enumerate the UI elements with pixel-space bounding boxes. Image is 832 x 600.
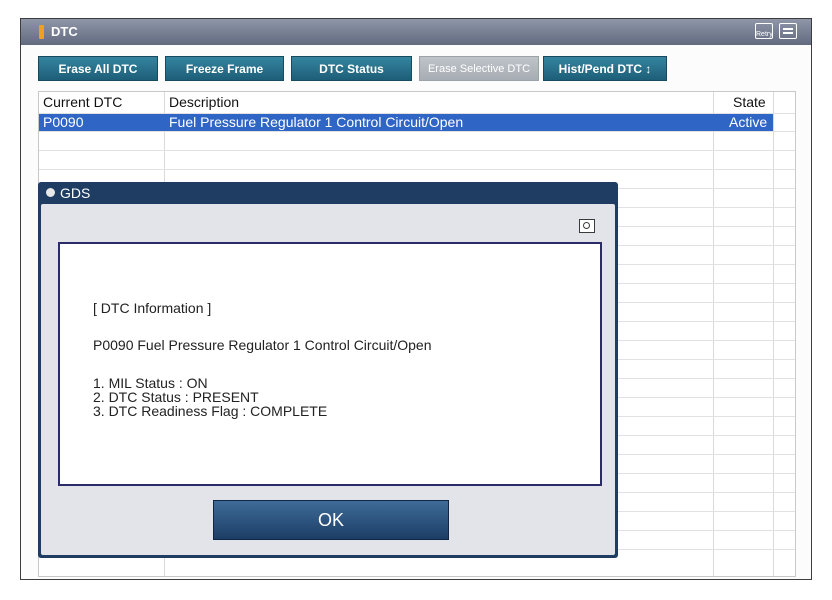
erase-selective-dtc-button[interactable]: Erase Selective DTC (419, 56, 539, 81)
gds-dialog: GDS [ DTC Information ] P0090 Fuel Press… (38, 182, 618, 558)
hist-pend-dtc-button[interactable]: Hist/Pend DTC ↕ (543, 56, 667, 81)
gds-dialog-body: [ DTC Information ] P0090 Fuel Pressure … (41, 204, 615, 555)
ok-button[interactable]: OK (213, 500, 449, 540)
column-header-description[interactable]: Description (169, 94, 239, 110)
titlebar: DTC Retry (21, 19, 811, 45)
window-title: DTC (51, 24, 78, 39)
dtc-info-code-line: P0090 Fuel Pressure Regulator 1 Control … (93, 337, 432, 353)
title-marker-icon (39, 25, 44, 39)
menu-icon[interactable] (779, 23, 797, 39)
column-header-state[interactable]: State (733, 94, 766, 110)
dtc-code-cell[interactable]: P0090 (43, 114, 83, 131)
dtc-readiness-line: 3. DTC Readiness Flag : COMPLETE (93, 403, 328, 419)
column-header-current-dtc[interactable]: Current DTC (43, 94, 122, 110)
camera-icon[interactable] (579, 219, 595, 233)
dtc-description-cell[interactable]: Fuel Pressure Regulator 1 Control Circui… (169, 114, 463, 131)
retry-icon-label: Retry (756, 31, 773, 38)
dtc-info-heading: [ DTC Information ] (93, 300, 212, 316)
gds-icon (46, 188, 55, 197)
gds-dialog-header: GDS (38, 182, 618, 204)
gds-dialog-title: GDS (60, 185, 91, 201)
freeze-frame-button[interactable]: Freeze Frame (165, 56, 284, 81)
dtc-info-panel: [ DTC Information ] P0090 Fuel Pressure … (58, 242, 602, 486)
retry-icon[interactable]: Retry (755, 23, 773, 39)
dtc-state-cell[interactable]: Active (729, 114, 767, 131)
dtc-status-button[interactable]: DTC Status (291, 56, 412, 81)
erase-all-dtc-button[interactable]: Erase All DTC (38, 56, 158, 81)
